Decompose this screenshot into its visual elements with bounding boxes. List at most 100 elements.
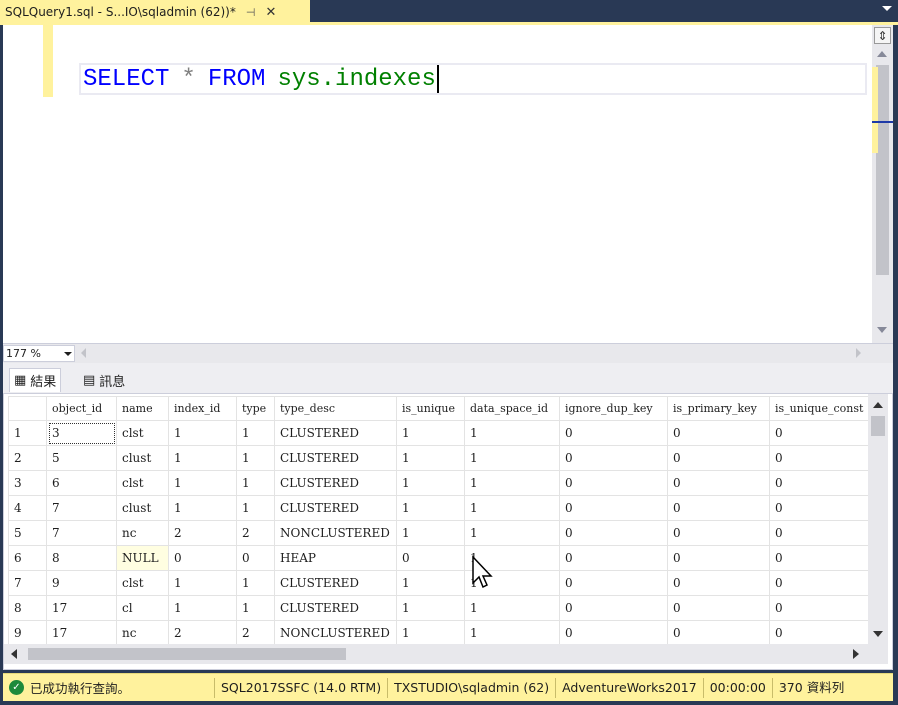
- table-cell[interactable]: CLUSTERED: [274, 570, 397, 596]
- table-cell[interactable]: 0: [168, 545, 237, 571]
- table-cell[interactable]: 0: [768, 520, 870, 546]
- table-cell[interactable]: 0: [236, 545, 275, 571]
- table-cell[interactable]: 1: [464, 445, 560, 471]
- table-cell[interactable]: 1: [168, 470, 237, 496]
- table-cell[interactable]: clust: [116, 495, 169, 521]
- table-cell[interactable]: CLUSTERED: [274, 470, 397, 496]
- table-cell[interactable]: 1: [168, 495, 237, 521]
- table-cell[interactable]: clst: [116, 570, 169, 596]
- table-cell[interactable]: 17: [46, 620, 117, 646]
- column-header[interactable]: ignore_dup_key: [559, 396, 668, 421]
- scroll-thumb[interactable]: [871, 416, 885, 436]
- table-cell[interactable]: 0: [768, 445, 870, 471]
- column-header[interactable]: is_primary_key: [667, 396, 770, 421]
- scroll-thumb[interactable]: [28, 648, 346, 660]
- table-cell[interactable]: 2: [168, 620, 237, 646]
- table-cell[interactable]: 1: [168, 595, 237, 621]
- row-number-cell[interactable]: 3: [8, 470, 47, 496]
- table-cell[interactable]: 0: [768, 595, 870, 621]
- column-header[interactable]: object_id: [46, 396, 117, 421]
- table-cell[interactable]: 1: [236, 570, 275, 596]
- code-line-1[interactable]: SELECT * FROM sys.indexes: [79, 63, 867, 95]
- table-cell[interactable]: cl: [116, 595, 169, 621]
- scroll-right-icon[interactable]: [856, 348, 861, 358]
- table-cell[interactable]: 1: [396, 495, 465, 521]
- table-cell[interactable]: 1: [464, 545, 560, 571]
- table-cell[interactable]: CLUSTERED: [274, 495, 397, 521]
- table-cell[interactable]: CLUSTERED: [274, 445, 397, 471]
- column-header[interactable]: is_unique_const: [768, 396, 870, 421]
- row-number-cell[interactable]: 9: [8, 620, 47, 646]
- table-cell[interactable]: 0: [559, 470, 668, 496]
- table-cell[interactable]: 0: [768, 570, 870, 596]
- grid-horizontal-scrollbar[interactable]: [4, 644, 888, 664]
- table-cell[interactable]: 0: [667, 620, 770, 646]
- table-cell[interactable]: 0: [559, 495, 668, 521]
- column-header[interactable]: is_unique: [396, 396, 465, 421]
- table-cell[interactable]: 0: [396, 545, 465, 571]
- table-cell[interactable]: 8: [46, 545, 117, 571]
- table-cell[interactable]: 2: [168, 520, 237, 546]
- table-cell[interactable]: 1: [396, 570, 465, 596]
- table-cell[interactable]: 0: [559, 595, 668, 621]
- scroll-down-icon[interactable]: [877, 327, 887, 333]
- table-cell[interactable]: 0: [768, 620, 870, 646]
- table-cell[interactable]: 1: [464, 470, 560, 496]
- table-cell[interactable]: 1: [464, 570, 560, 596]
- column-header[interactable]: index_id: [168, 396, 237, 421]
- tab-list-dropdown-icon[interactable]: [882, 6, 892, 11]
- table-cell[interactable]: nc: [116, 620, 169, 646]
- editor-vertical-scrollbar[interactable]: ⇕: [872, 25, 893, 343]
- table-cell[interactable]: 0: [559, 570, 668, 596]
- table-cell[interactable]: 7: [46, 520, 117, 546]
- table-cell[interactable]: 0: [768, 420, 870, 446]
- table-cell[interactable]: CLUSTERED: [274, 420, 397, 446]
- table-cell[interactable]: 0: [667, 545, 770, 571]
- table-cell[interactable]: 0: [559, 620, 668, 646]
- scroll-down-icon[interactable]: [873, 631, 883, 637]
- column-header[interactable]: type: [236, 396, 275, 421]
- row-number-cell[interactable]: 5: [8, 520, 47, 546]
- zoom-select[interactable]: 177 %: [3, 345, 75, 362]
- table-cell[interactable]: 1: [464, 520, 560, 546]
- table-cell[interactable]: 1: [464, 620, 560, 646]
- table-cell[interactable]: 1: [396, 445, 465, 471]
- table-cell[interactable]: CLUSTERED: [274, 595, 397, 621]
- column-header[interactable]: name: [116, 396, 169, 421]
- table-cell[interactable]: 0: [559, 520, 668, 546]
- table-cell[interactable]: 1: [168, 570, 237, 596]
- table-cell[interactable]: 1: [168, 445, 237, 471]
- table-cell[interactable]: nc: [116, 520, 169, 546]
- table-cell[interactable]: HEAP: [274, 545, 397, 571]
- table-cell[interactable]: 1: [236, 595, 275, 621]
- table-cell[interactable]: 1: [396, 470, 465, 496]
- table-cell[interactable]: 7: [46, 495, 117, 521]
- table-cell[interactable]: 6: [46, 470, 117, 496]
- table-cell[interactable]: 2: [236, 620, 275, 646]
- table-cell[interactable]: 5: [46, 445, 117, 471]
- table-cell[interactable]: 3: [46, 420, 117, 446]
- table-cell[interactable]: 0: [559, 545, 668, 571]
- pin-icon[interactable]: ⊣: [246, 6, 256, 19]
- scroll-right-icon[interactable]: [853, 649, 859, 659]
- split-window-icon[interactable]: ⇕: [874, 27, 891, 44]
- row-number-cell[interactable]: 7: [8, 570, 47, 596]
- table-cell[interactable]: clust: [116, 445, 169, 471]
- close-icon[interactable]: ✕: [265, 5, 276, 20]
- table-cell[interactable]: 0: [768, 545, 870, 571]
- row-number-cell[interactable]: 2: [8, 445, 47, 471]
- table-cell[interactable]: 1: [236, 445, 275, 471]
- table-cell[interactable]: 1: [464, 595, 560, 621]
- table-cell[interactable]: 0: [559, 445, 668, 471]
- table-cell[interactable]: NULL: [116, 545, 169, 571]
- table-cell[interactable]: clst: [116, 420, 169, 446]
- column-header[interactable]: data_space_id: [464, 396, 560, 421]
- table-cell[interactable]: 0: [667, 595, 770, 621]
- table-cell[interactable]: 0: [667, 445, 770, 471]
- table-cell[interactable]: NONCLUSTERED: [274, 520, 397, 546]
- grid-vertical-scrollbar[interactable]: [868, 394, 888, 644]
- table-cell[interactable]: 0: [667, 520, 770, 546]
- row-number-cell[interactable]: 8: [8, 595, 47, 621]
- table-cell[interactable]: 1: [396, 520, 465, 546]
- scroll-up-icon[interactable]: [877, 51, 887, 57]
